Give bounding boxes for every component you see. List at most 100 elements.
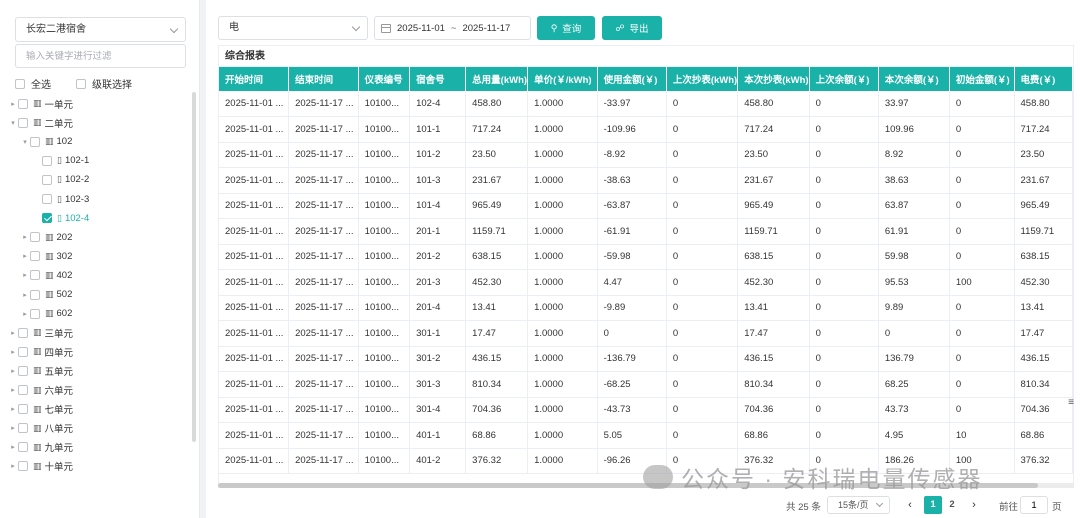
tree-checkbox[interactable]: [30, 251, 40, 262]
caret-right-icon[interactable]: ▸: [8, 405, 18, 413]
tree-checkbox[interactable]: [18, 327, 28, 338]
tree-checkbox[interactable]: [42, 155, 52, 166]
caret-right-icon[interactable]: ▸: [8, 386, 18, 394]
column-header[interactable]: 单价(￥/kWh): [527, 67, 598, 91]
column-header[interactable]: 上次余额(￥): [809, 67, 879, 91]
column-header[interactable]: 本次余额(￥): [878, 67, 950, 91]
column-header[interactable]: 开始时间: [219, 67, 290, 91]
column-header[interactable]: 本次抄表(kWh): [737, 67, 810, 91]
tree-node[interactable]: ▸ ▥ 四单元: [8, 342, 73, 361]
table-row[interactable]: 2025-11-01 ... 2025-11-17 ... 10100... 401-…: [219, 422, 1073, 449]
table-cell: 436.15: [737, 346, 810, 372]
page-size-select[interactable]: 15条/页: [827, 496, 890, 514]
column-header[interactable]: 结束时间: [288, 67, 359, 91]
table-row[interactable]: 2025-11-01 ... 2025-11-17 ... 10100... 101-…: [219, 167, 1073, 194]
table-row[interactable]: 2025-11-01 ... 2025-11-17 ... 10100... 101-…: [219, 142, 1073, 168]
column-header[interactable]: 使用金额(￥): [597, 67, 667, 91]
caret-right-icon[interactable]: ▸: [20, 291, 30, 299]
tree-checkbox[interactable]: [18, 404, 28, 415]
caret-right-icon[interactable]: ▸: [8, 462, 18, 470]
caret-right-icon[interactable]: ▸: [8, 329, 18, 337]
caret-right-icon[interactable]: ▸: [8, 424, 18, 432]
caret-right-icon[interactable]: ▸: [8, 100, 18, 108]
query-button[interactable]: ⚲ 查询: [537, 16, 595, 40]
prev-page-button[interactable]: ‹: [902, 497, 918, 513]
page-1-button[interactable]: 1: [924, 496, 942, 514]
tree-node[interactable]: ▯ 102-4: [32, 209, 89, 228]
caret-right-icon[interactable]: ▸: [20, 271, 30, 279]
tree-checkbox[interactable]: [18, 117, 28, 128]
column-header[interactable]: 初始金额(￥): [949, 67, 1015, 91]
tree-node[interactable]: ▸ ▥ 202: [20, 228, 72, 247]
table-row[interactable]: 2025-11-01 ... 2025-11-17 ... 10100... 101-…: [219, 193, 1073, 219]
caret-down-icon[interactable]: ▾: [20, 138, 30, 146]
caret-right-icon[interactable]: ▸: [8, 443, 18, 451]
tree-checkbox[interactable]: [42, 213, 52, 224]
tree-node[interactable]: ▸ ▥ 402: [20, 266, 72, 285]
table-row[interactable]: 2025-11-01 ... 2025-11-17 ... 10100... 102-…: [219, 91, 1073, 117]
tree-node[interactable]: ▸ ▥ 八单元: [8, 419, 73, 438]
caret-right-icon[interactable]: ▸: [8, 367, 18, 375]
tree-node[interactable]: ▸ ▥ 一单元: [8, 94, 73, 113]
tree-node[interactable]: ▯ 102-3: [32, 190, 89, 209]
tree-node[interactable]: ▯ 102-1: [32, 151, 89, 170]
table-row[interactable]: 2025-11-01 ... 2025-11-17 ... 10100... 101-…: [219, 116, 1073, 143]
table-row[interactable]: 2025-11-01 ... 2025-11-17 ... 10100... 301-…: [219, 397, 1073, 423]
column-settings-icon[interactable]: ≡: [1068, 397, 1074, 408]
column-header[interactable]: 宿舍号: [409, 67, 467, 91]
table-row[interactable]: 2025-11-01 ... 2025-11-17 ... 10100... 201-…: [219, 244, 1073, 270]
tree-checkbox[interactable]: [30, 289, 40, 300]
tree-node[interactable]: ▸ ▥ 三单元: [8, 323, 73, 342]
column-header[interactable]: 电费(￥): [1014, 67, 1073, 91]
tree-checkbox[interactable]: [30, 136, 40, 147]
tree-node[interactable]: ▸ ▥ 九单元: [8, 438, 73, 457]
tree-filter-input[interactable]: [15, 44, 186, 68]
table-row[interactable]: 2025-11-01 ... 2025-11-17 ... 10100... 301-…: [219, 346, 1073, 372]
tree-node[interactable]: ▯ 102-2: [32, 170, 89, 189]
tree-node[interactable]: ▸ ▥ 五单元: [8, 361, 73, 380]
tree-checkbox[interactable]: [18, 98, 28, 109]
column-header[interactable]: 总用量(kWh): [465, 67, 529, 91]
column-header[interactable]: 上次抄表(kWh): [666, 67, 739, 91]
energy-type-select[interactable]: 电: [218, 16, 368, 40]
date-range-picker[interactable]: 2025-11-01 ~ 2025-11-17: [374, 16, 531, 40]
table-row[interactable]: 2025-11-01 ... 2025-11-17 ... 10100... 201-…: [219, 218, 1073, 245]
tree-node[interactable]: ▸ ▥ 602: [20, 304, 72, 323]
tree-checkbox[interactable]: [30, 270, 40, 281]
tree-node[interactable]: ▸ ▥ 502: [20, 285, 72, 304]
tree-node[interactable]: ▸ ▥ 十单元: [8, 457, 73, 476]
next-page-button[interactable]: ›: [966, 497, 982, 513]
tree-node[interactable]: ▸ ▥ 302: [20, 247, 72, 266]
sidebar-scrollbar[interactable]: [192, 92, 196, 442]
tree-checkbox[interactable]: [30, 308, 40, 319]
table-row[interactable]: 2025-11-01 ... 2025-11-17 ... 10100... 301-…: [219, 371, 1073, 398]
caret-right-icon[interactable]: ▸: [20, 310, 30, 318]
tree-checkbox[interactable]: [18, 346, 28, 357]
tree-node[interactable]: ▸ ▥ 七单元: [8, 400, 73, 419]
export-button[interactable]: ☍ 导出: [602, 16, 662, 40]
caret-right-icon[interactable]: ▸: [8, 348, 18, 356]
tree-checkbox[interactable]: [18, 423, 28, 434]
tree-node[interactable]: ▾ ▥ 二单元: [8, 113, 73, 132]
tree-checkbox[interactable]: [42, 194, 52, 204]
tree-checkbox[interactable]: [30, 232, 40, 243]
table-row[interactable]: 2025-11-01 ... 2025-11-17 ... 10100... 301-…: [219, 320, 1073, 347]
page-2-button[interactable]: 2: [943, 496, 961, 514]
caret-down-icon[interactable]: ▾: [8, 119, 18, 127]
tree-checkbox[interactable]: [18, 365, 28, 376]
caret-right-icon[interactable]: ▸: [20, 252, 30, 260]
tree-node[interactable]: ▾ ▥ 102: [20, 132, 72, 151]
cascade-select-checkbox[interactable]: 级联选择: [76, 76, 132, 91]
tree-node[interactable]: ▸ ▥ 六单元: [8, 381, 73, 400]
tree-checkbox[interactable]: [42, 174, 52, 185]
goto-page-input[interactable]: [1020, 496, 1048, 514]
dorm-select[interactable]: 长宏二港宿舍: [15, 17, 186, 42]
tree-checkbox[interactable]: [18, 442, 28, 453]
table-row[interactable]: 2025-11-01 ... 2025-11-17 ... 10100... 201-…: [219, 295, 1073, 321]
tree-checkbox[interactable]: [18, 385, 28, 395]
caret-right-icon[interactable]: ▸: [20, 233, 30, 241]
tree-checkbox[interactable]: [18, 461, 28, 472]
select-all-checkbox[interactable]: 全选: [15, 76, 51, 91]
table-row[interactable]: 2025-11-01 ... 2025-11-17 ... 10100... 201-…: [219, 269, 1073, 296]
column-header[interactable]: 仪表编号: [358, 67, 411, 91]
